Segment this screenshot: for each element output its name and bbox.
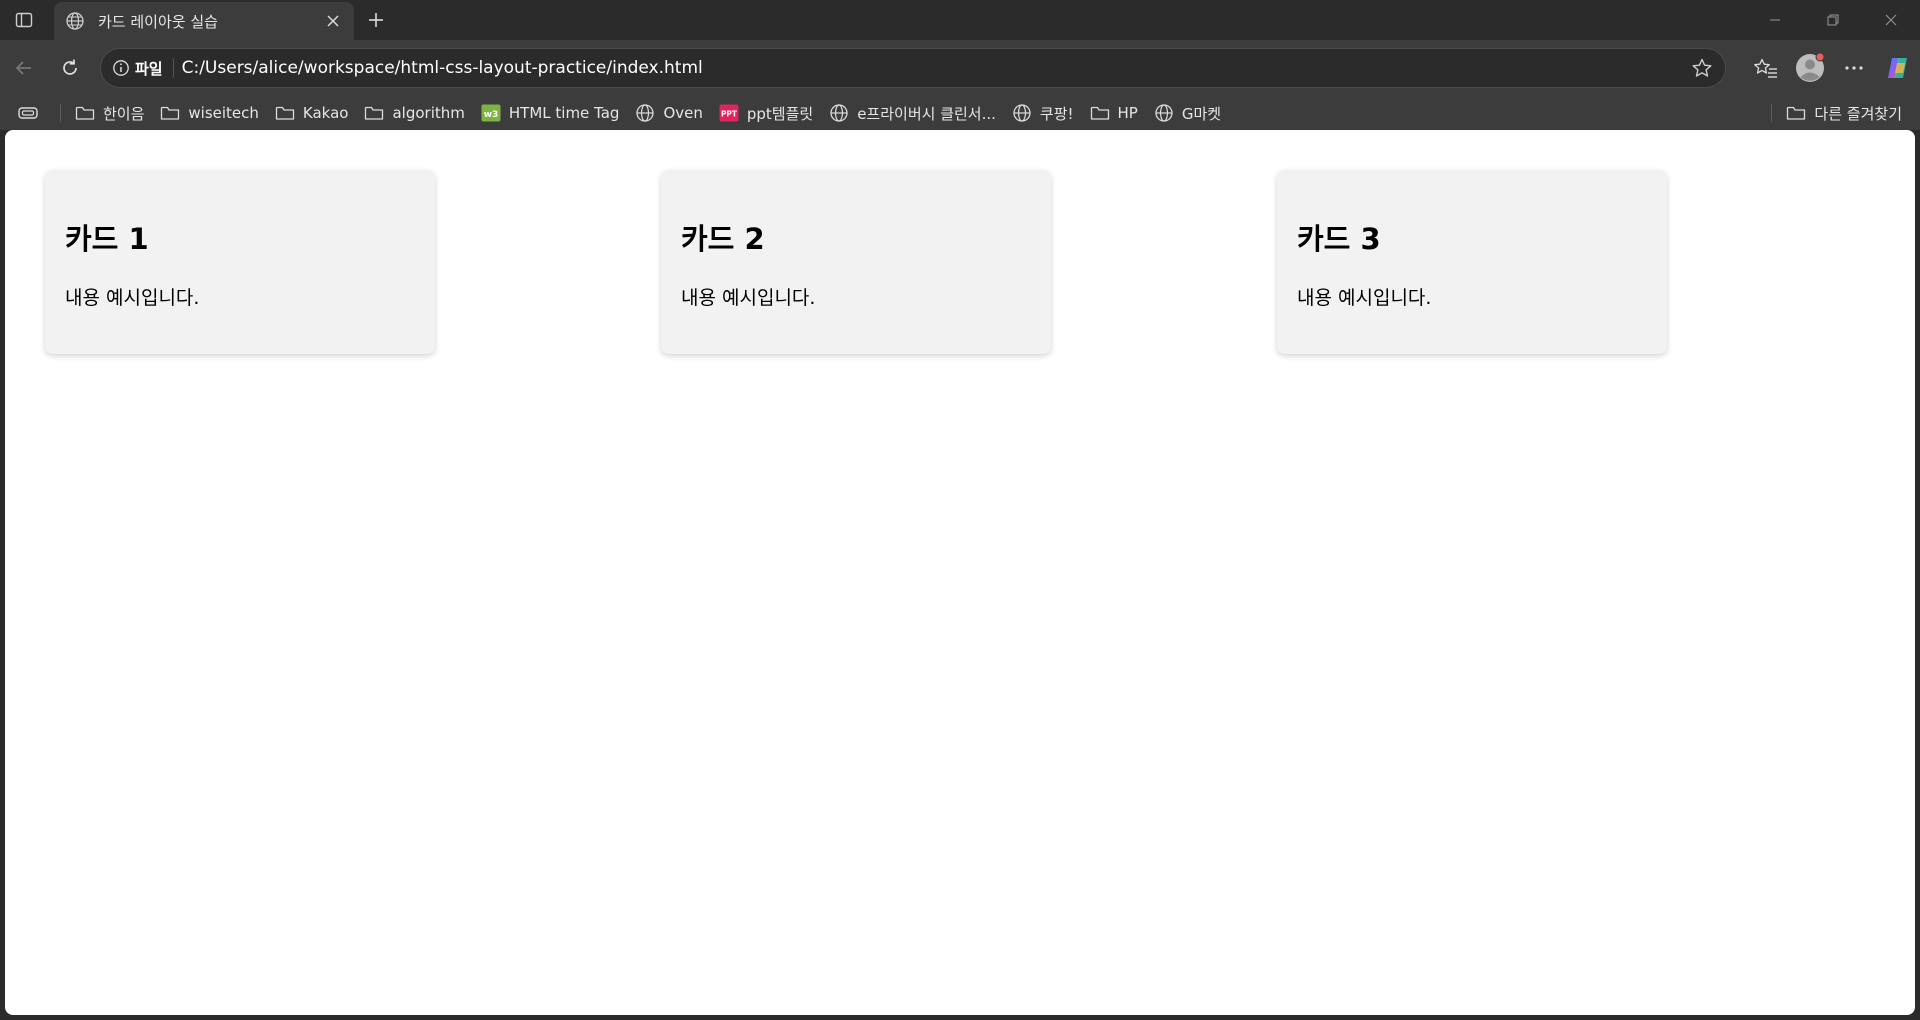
bookmark-item[interactable]: wiseitech (152, 99, 267, 127)
folder-icon (1090, 104, 1110, 122)
tab-actions-icon (15, 12, 33, 28)
folder-icon (160, 104, 180, 122)
back-button[interactable] (8, 52, 40, 84)
bookmark-divider (1771, 104, 1772, 122)
other-bookmarks-folder[interactable]: 다른 즐겨찾기 (1778, 99, 1910, 127)
restore-icon (1827, 14, 1839, 26)
bookmark-label: 쿠팡! (1039, 104, 1074, 123)
bookmark-item[interactable]: Oven (627, 99, 710, 127)
folder-icon (75, 104, 95, 122)
close-tab-icon[interactable] (320, 8, 346, 34)
card: 카드 1 내용 예시입니다. (45, 170, 435, 354)
svg-text:w3: w3 (484, 110, 499, 120)
omnibox-divider (172, 58, 174, 78)
favorite-star-icon[interactable] (1687, 53, 1717, 83)
folder-icon (275, 104, 295, 122)
svg-text:PPT: PPT (721, 110, 738, 119)
bookmark-item[interactable]: w3 HTML time Tag (473, 99, 628, 127)
globe-icon (64, 10, 86, 32)
bookmark-label: HP (1117, 104, 1138, 122)
bookmark-item[interactable]: 한이음 (67, 99, 152, 127)
bookmark-label: HTML time Tag (508, 104, 620, 122)
avatar-icon (1796, 53, 1825, 82)
url-text[interactable]: C:/Users/alice/workspace/html-css-layout… (182, 58, 1687, 78)
bookmark-item[interactable]: algorithm (356, 99, 472, 127)
address-bar[interactable]: 파일 C:/Users/alice/workspace/html-css-lay… (100, 48, 1726, 88)
active-tab[interactable]: 카드 레이아웃 실습 (54, 2, 354, 40)
card-title: 카드 2 (681, 222, 765, 256)
favorites-list-icon (1754, 58, 1777, 78)
card: 카드 2 내용 예시입니다. (661, 170, 1051, 354)
tab-bar: 카드 레이아웃 실습 (0, 0, 1920, 40)
bookmark-item[interactable]: G마켓 (1146, 99, 1229, 127)
close-icon (1885, 14, 1897, 26)
tab-title: 카드 레이아웃 실습 (98, 12, 218, 31)
ppt-icon: PPT (719, 104, 739, 122)
bookmark-label: e프라이버시 클린서... (857, 104, 996, 123)
profile-button[interactable] (1788, 48, 1832, 88)
navigation-toolbar: 파일 C:/Users/alice/workspace/html-css-lay… (0, 40, 1920, 96)
copilot-button[interactable] (1876, 48, 1920, 88)
back-arrow-icon (15, 61, 31, 75)
scheme-label: 파일 (135, 59, 163, 78)
refresh-button[interactable] (54, 52, 86, 84)
bookmark-item[interactable]: 쿠팡! (1004, 99, 1082, 127)
copilot-icon (1888, 58, 1907, 78)
bookmark-label: 한이음 (103, 104, 145, 123)
card: 카드 3 내용 예시입니다. (1277, 170, 1667, 354)
bookmark-collections-button[interactable] (0, 99, 54, 127)
collections-icon (18, 104, 38, 122)
more-dots-icon (1845, 66, 1863, 70)
card-body: 내용 예시입니다. (681, 287, 816, 309)
plus-icon (369, 13, 383, 27)
page-viewport: 카드 1 내용 예시입니다. 카드 2 내용 예시입니다. 카드 3 내용 예시… (5, 130, 1915, 1015)
window-controls (1746, 0, 1920, 40)
minimize-icon (1770, 19, 1780, 21)
bookmark-label: wiseitech (188, 104, 259, 122)
folder-icon (1786, 104, 1806, 122)
minimize-button[interactable] (1746, 0, 1804, 40)
card-title: 카드 3 (1297, 222, 1381, 256)
bookmark-label: algorithm (392, 104, 465, 122)
bookmarks-bar: 한이음 wiseitech Kakao algorithm w3 HTML ti… (0, 96, 1920, 130)
w3-icon: w3 (481, 104, 501, 122)
site-info-icon[interactable] (111, 58, 131, 78)
bookmark-divider (60, 104, 61, 122)
bookmark-label: Oven (663, 104, 703, 122)
tab-actions-button[interactable] (10, 8, 38, 32)
card-body: 내용 예시입니다. (1297, 287, 1432, 309)
favorites-button[interactable] (1744, 48, 1788, 88)
toolbar-right (1744, 48, 1920, 88)
bookmark-label: G마켓 (1181, 104, 1222, 123)
settings-more-button[interactable] (1832, 48, 1876, 88)
card-body: 내용 예시입니다. (65, 287, 200, 309)
refresh-icon (63, 59, 77, 75)
bookmark-label: ppt템플릿 (746, 104, 814, 123)
new-tab-button[interactable] (362, 6, 390, 34)
restore-button[interactable] (1804, 0, 1862, 40)
globe-icon (829, 104, 849, 122)
bookmark-item[interactable]: e프라이버시 클린서... (821, 99, 1004, 127)
other-bookmarks-label: 다른 즐겨찾기 (1814, 104, 1902, 123)
globe-icon (1154, 104, 1174, 122)
globe-icon (1012, 104, 1032, 122)
bookmark-item[interactable]: HP (1082, 99, 1146, 127)
folder-icon (364, 104, 384, 122)
globe-icon (635, 104, 655, 122)
bookmark-item[interactable]: Kakao (267, 99, 357, 127)
bookmark-label: Kakao (302, 104, 349, 122)
card-title: 카드 1 (65, 222, 149, 256)
close-window-button[interactable] (1862, 0, 1920, 40)
bookmark-item[interactable]: PPT ppt템플릿 (711, 99, 821, 127)
card-container: 카드 1 내용 예시입니다. 카드 2 내용 예시입니다. 카드 3 내용 예시… (45, 170, 1885, 354)
